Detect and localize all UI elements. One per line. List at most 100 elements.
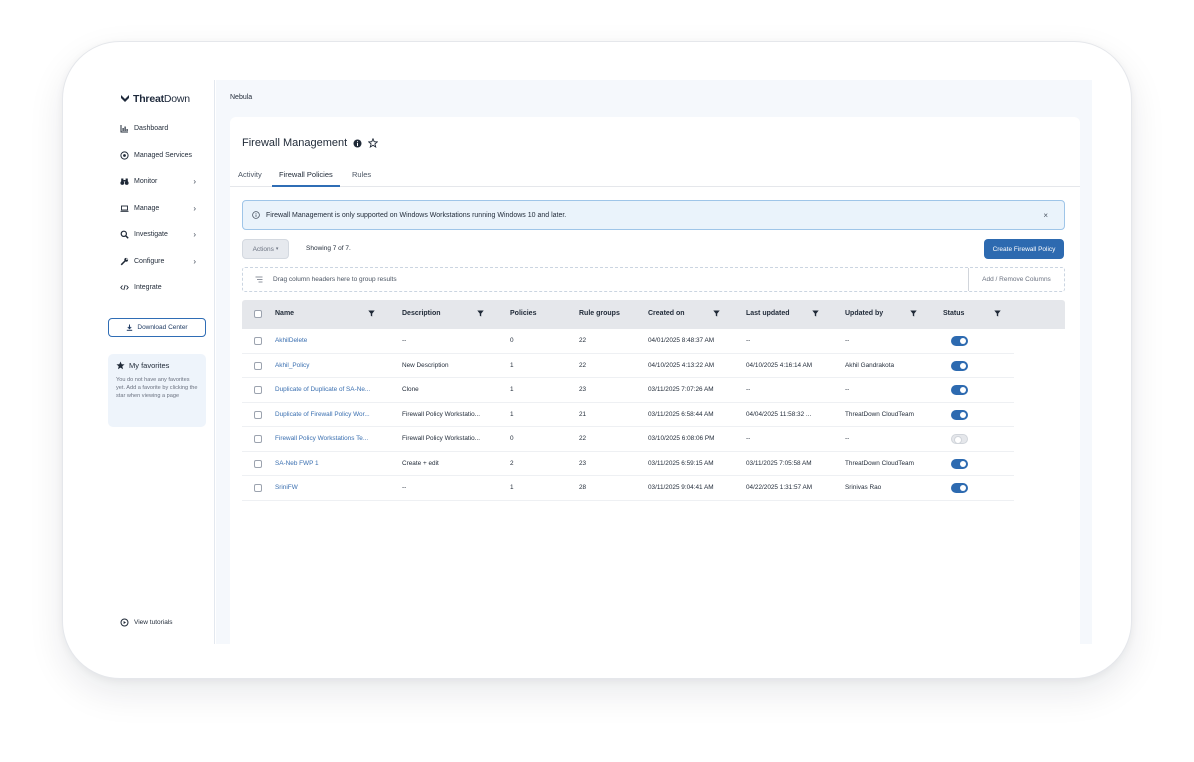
policy-name-link[interactable]: Akhil_Policy [275,362,390,369]
sidebar-item-label: Configure [134,258,165,265]
cell-created-on: 03/11/2025 9:04:41 AM [648,484,714,491]
create-firewall-policy-button[interactable]: Create Firewall Policy [984,239,1064,259]
table-row[interactable]: AkhilDelete -- 0 22 04/01/2025 8:48:37 A… [242,329,1014,354]
tab-firewall-policies[interactable]: Firewall Policies [272,170,340,187]
cell-last-updated: 04/04/2025 11:58:32 ... [746,410,812,418]
sidebar-item-dashboard[interactable]: Dashboard [120,124,196,133]
row-checkbox[interactable] [254,386,262,394]
close-icon[interactable]: × [1043,211,1048,220]
table-row[interactable]: Firewall Policy Workstations Te... Firew… [242,427,1014,452]
table-row[interactable]: SA-Neb FWP 1 Create + edit 2 23 03/11/20… [242,452,1014,476]
status-toggle[interactable] [951,458,968,469]
policy-name-link[interactable]: SA-Neb FWP 1 [275,460,390,467]
policy-name-link[interactable]: SriniFW [275,484,390,491]
row-checkbox[interactable] [254,459,262,468]
cell-rule-groups: 22 [579,361,587,369]
star-outline-icon[interactable] [368,138,379,148]
cell-description: New Description [402,361,449,369]
select-all-checkbox[interactable] [254,310,262,318]
table-row[interactable]: Akhil_Policy New Description 1 22 04/10/… [242,354,1014,378]
cell-policies: 1 [510,410,514,418]
column-header-updated-by[interactable]: Updated by [845,310,883,317]
page-title-text: Firewall Management [242,137,348,149]
info-icon[interactable] [353,139,362,148]
table-header: Name Description Policies Rule groups Cr… [242,300,1065,329]
filter-icon[interactable] [812,310,819,317]
app-window: Threat Down Dashboard Managed Services Mo… [100,80,1092,644]
info-banner: Firewall Management is only supported on… [242,200,1065,230]
cell-last-updated: -- [746,386,751,393]
laptop-icon [120,204,129,213]
table-row[interactable]: Duplicate of Firewall Policy Wor... Fire… [242,403,1014,427]
policy-name-link[interactable]: Firewall Policy Workstations Te... [275,435,390,442]
info-circle-icon [252,211,260,219]
filter-icon[interactable] [368,310,375,317]
sidebar-item-investigate[interactable]: Investigate › [120,230,196,239]
sidebar-item-managed-services[interactable]: Managed Services [120,151,196,160]
column-header-last-updated[interactable]: Last updated [746,310,790,317]
tab-activity[interactable]: Activity [238,170,262,187]
threatdown-logo[interactable]: Threat Down [120,93,190,105]
filter-icon[interactable] [477,310,484,317]
row-checkbox[interactable] [254,337,262,345]
cell-description: Firewall Policy Workstatio... [402,410,481,418]
table-row[interactable]: SriniFW -- 1 28 03/11/2025 9:04:41 AM 04… [242,476,1014,501]
status-toggle[interactable] [951,336,968,346]
cell-last-updated: 03/11/2025 7:05:58 AM [746,459,812,467]
tutorials-icon [120,618,129,627]
binoculars-icon [120,177,129,186]
main-content: Nebula Firewall Management Activity Fire… [216,80,1092,644]
sidebar: Threat Down Dashboard Managed Services Mo… [100,80,215,644]
add-remove-columns-button[interactable]: Add / Remove Columns [968,268,1064,291]
sidebar-item-label: Dashboard [134,125,169,132]
row-checkbox[interactable] [254,410,262,419]
group-hint-text: Drag column headers here to group result… [273,276,397,283]
sidebar-item-integrate[interactable]: Integrate [120,283,196,292]
group-drop-zone[interactable]: Drag column headers here to group result… [242,267,1065,292]
sidebar-item-configure[interactable]: Configure › [120,257,196,266]
cell-policies: 1 [510,386,514,393]
column-header-name[interactable]: Name [275,310,294,317]
table-row[interactable]: Duplicate of Duplicate of SA-Ne... Clone… [242,378,1014,403]
cell-description: Firewall Policy Workstatio... [402,435,481,442]
cell-rule-groups: 23 [579,386,587,393]
status-toggle[interactable] [951,360,968,371]
view-tutorials-link[interactable]: View tutorials [120,618,173,627]
column-header-created-on[interactable]: Created on [648,310,685,317]
favorites-title: My favorites [116,361,198,370]
tab-rules[interactable]: Rules [352,170,371,187]
status-toggle[interactable] [951,483,968,493]
row-checkbox[interactable] [254,484,262,492]
row-checkbox[interactable] [254,361,262,370]
group-rows-icon [255,276,263,283]
favorites-empty-text: You do not have any favorites yet. Add a… [116,377,198,399]
column-header-description[interactable]: Description [402,310,441,317]
cell-description: Clone [402,386,419,393]
logo-chevron-icon [121,95,129,102]
status-toggle[interactable] [951,409,968,420]
row-checkbox[interactable] [254,435,262,443]
column-header-rule-groups[interactable]: Rule groups [579,310,620,317]
policy-name-link[interactable]: Duplicate of Duplicate of SA-Ne... [275,386,390,393]
filter-icon[interactable] [910,310,917,317]
column-header-status[interactable]: Status [943,310,964,317]
star-icon [116,361,125,370]
chevron-right-icon: › [193,257,196,266]
actions-dropdown[interactable]: Actions ▾ [242,239,289,259]
column-header-policies[interactable]: Policies [510,310,536,317]
cell-updated-by: -- [845,386,850,393]
logo-text-bold: Threat [133,93,164,105]
breadcrumb[interactable]: Nebula [230,94,252,101]
status-toggle[interactable] [951,434,968,444]
policies-table: Name Description Policies Rule groups Cr… [242,300,1065,501]
filter-icon[interactable] [713,310,720,317]
sidebar-item-monitor[interactable]: Monitor › [120,177,196,186]
logo-text-regular: Down [163,93,190,105]
filter-icon[interactable] [994,310,1001,317]
sidebar-item-manage[interactable]: Manage › [120,204,196,213]
policy-name-link[interactable]: AkhilDelete [275,337,390,344]
status-toggle[interactable] [951,385,968,395]
policy-name-link[interactable]: Duplicate of Firewall Policy Wor... [275,411,390,418]
download-center-button[interactable]: Download Center [108,318,206,337]
target-icon [120,151,129,160]
